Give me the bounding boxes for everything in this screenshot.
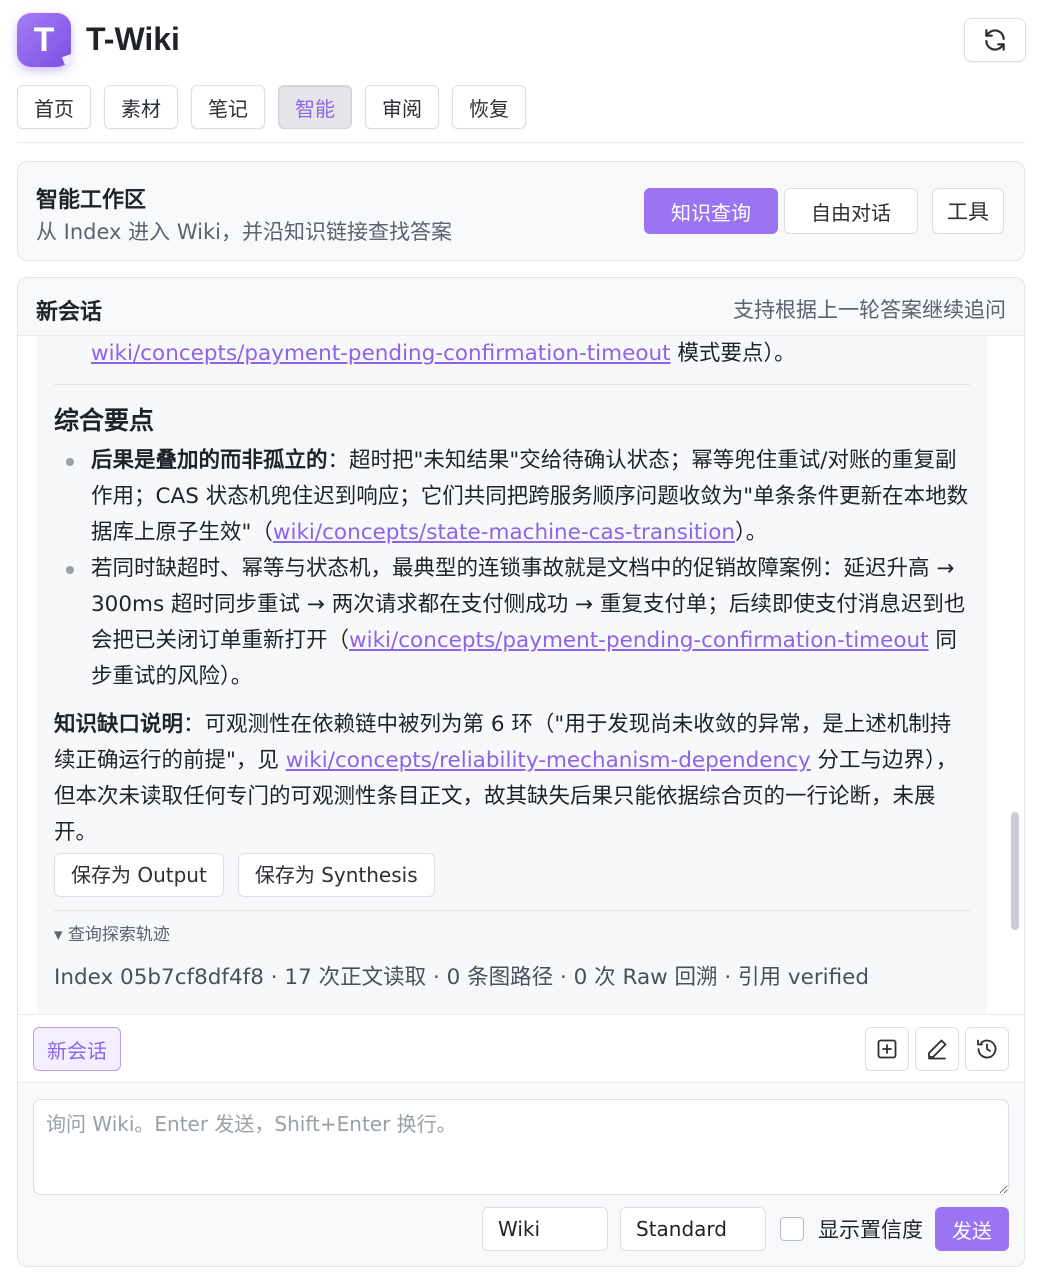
wiki-link[interactable]: wiki/concepts/payment-pending-confirmati… bbox=[91, 341, 671, 366]
tools-button[interactable]: 工具 bbox=[932, 188, 1004, 234]
new-session-button[interactable] bbox=[865, 1027, 909, 1071]
save-synthesis-button[interactable]: 保存为 Synthesis bbox=[237, 853, 435, 897]
tab-materials[interactable]: 素材 bbox=[104, 85, 178, 129]
show-confidence-label: 显示置信度 bbox=[818, 1218, 923, 1242]
list-item: 后果是叠加的而非孤立的：超时把"未知结果"交给待确认状态；幂等兜住重试/对账的重… bbox=[54, 443, 970, 551]
app-logo: T bbox=[17, 13, 71, 67]
wiki-link[interactable]: wiki/concepts/reliability-mechanism-depe… bbox=[286, 748, 811, 773]
current-session-tag[interactable]: 新会话 bbox=[33, 1027, 121, 1071]
trace-divider bbox=[54, 910, 970, 911]
query-trace-toggle[interactable]: ▾ 查询探索轨迹 bbox=[54, 921, 970, 949]
session-tools bbox=[865, 1027, 1009, 1071]
save-output-button[interactable]: 保存为 Output bbox=[54, 853, 224, 897]
chat-header: 新会话 支持根据上一轮答案继续追问 bbox=[18, 278, 1024, 336]
tab-review[interactable]: 审阅 bbox=[365, 85, 439, 129]
chat-toolbar: 新会话 bbox=[18, 1014, 1024, 1082]
refresh-button[interactable] bbox=[964, 18, 1026, 62]
message-scrollbar[interactable] bbox=[1011, 812, 1019, 930]
query-trace-stats: Index 05b7cf8df4f8 · 17 次正文读取 · 0 条图路径 ·… bbox=[54, 965, 870, 990]
depth-select[interactable]: Standard bbox=[620, 1207, 766, 1251]
point-bold: 后果是叠加的而非孤立的 bbox=[91, 448, 328, 473]
save-actions: 保存为 Output 保存为 Synthesis bbox=[54, 853, 970, 897]
question-input[interactable] bbox=[33, 1099, 1009, 1195]
mode-switcher: 知识查询 自由对话 工具 bbox=[644, 188, 1004, 234]
message-list[interactable]: wiki/concepts/payment-pending-confirmati… bbox=[18, 336, 1024, 1014]
plus-square-icon bbox=[877, 1039, 897, 1059]
knowledge-gap-note: 知识缺口说明：可观测性在依赖链中被列为第 6 环（"用于发现尚未收敛的异常，是上… bbox=[54, 707, 970, 851]
answer-text: 模式要点）。 bbox=[670, 341, 796, 366]
refresh-icon bbox=[985, 29, 1005, 51]
answer-divider bbox=[54, 384, 970, 385]
tab-intelligence[interactable]: 智能 bbox=[278, 85, 352, 129]
wiki-link[interactable]: wiki/concepts/state-machine-cas-transiti… bbox=[273, 520, 735, 545]
gap-bold: 知识缺口说明 bbox=[54, 712, 184, 737]
composer: Wiki Standard 显示置信度 发送 bbox=[18, 1082, 1024, 1266]
section-heading: 综合要点 bbox=[54, 406, 155, 435]
workspace-title: 智能工作区 bbox=[36, 188, 147, 213]
send-button[interactable]: 发送 bbox=[935, 1207, 1009, 1251]
assistant-message: wiki/concepts/payment-pending-confirmati… bbox=[37, 336, 987, 1014]
mode-knowledge-query-button[interactable]: 知识查询 bbox=[644, 188, 778, 234]
pencil-icon bbox=[928, 1039, 947, 1060]
point-suffix: ）。 bbox=[735, 520, 768, 545]
wiki-link[interactable]: wiki/concepts/payment-pending-confirmati… bbox=[349, 628, 929, 653]
tab-restore[interactable]: 恢复 bbox=[452, 85, 526, 129]
header-divider bbox=[17, 142, 1025, 143]
history-icon bbox=[977, 1039, 997, 1059]
main-nav: 首页 素材 笔记 智能 审阅 恢复 bbox=[17, 85, 526, 129]
workspace-panel: 智能工作区 从 Index 进入 Wiki，并沿知识链接查找答案 知识查询 自由… bbox=[17, 161, 1025, 261]
key-points-list: 后果是叠加的而非孤立的：超时把"未知结果"交给待确认状态；幂等兜住重试/对账的重… bbox=[54, 443, 970, 695]
tab-home[interactable]: 首页 bbox=[17, 85, 91, 129]
chat-panel: 新会话 支持根据上一轮答案继续追问 wiki/concepts/payment-… bbox=[17, 277, 1025, 1267]
history-button[interactable] bbox=[965, 1027, 1009, 1071]
scope-select[interactable]: Wiki bbox=[482, 1207, 608, 1251]
rename-session-button[interactable] bbox=[915, 1027, 959, 1071]
logo-letter: T bbox=[33, 20, 55, 59]
composer-controls: Wiki Standard 显示置信度 发送 bbox=[482, 1207, 1009, 1251]
answer-continued-line: wiki/concepts/payment-pending-confirmati… bbox=[54, 336, 970, 372]
workspace-subtitle: 从 Index 进入 Wiki，并沿知识链接查找答案 bbox=[36, 220, 452, 244]
list-item: 若同时缺超时、幂等与状态机，最典型的连锁事故就是文档中的促销故障案例：延迟升高 … bbox=[54, 551, 970, 695]
chat-title: 新会话 bbox=[36, 300, 103, 325]
show-confidence-checkbox[interactable] bbox=[780, 1217, 804, 1241]
mode-free-chat-button[interactable]: 自由对话 bbox=[784, 188, 918, 234]
chat-hint: 支持根据上一轮答案继续追问 bbox=[733, 298, 1006, 322]
tab-notes[interactable]: 笔记 bbox=[191, 85, 265, 129]
answer-body: wiki/concepts/payment-pending-confirmati… bbox=[54, 336, 970, 995]
app-title: T-Wiki bbox=[86, 21, 180, 57]
app-header: T T-Wiki bbox=[17, 13, 1026, 69]
